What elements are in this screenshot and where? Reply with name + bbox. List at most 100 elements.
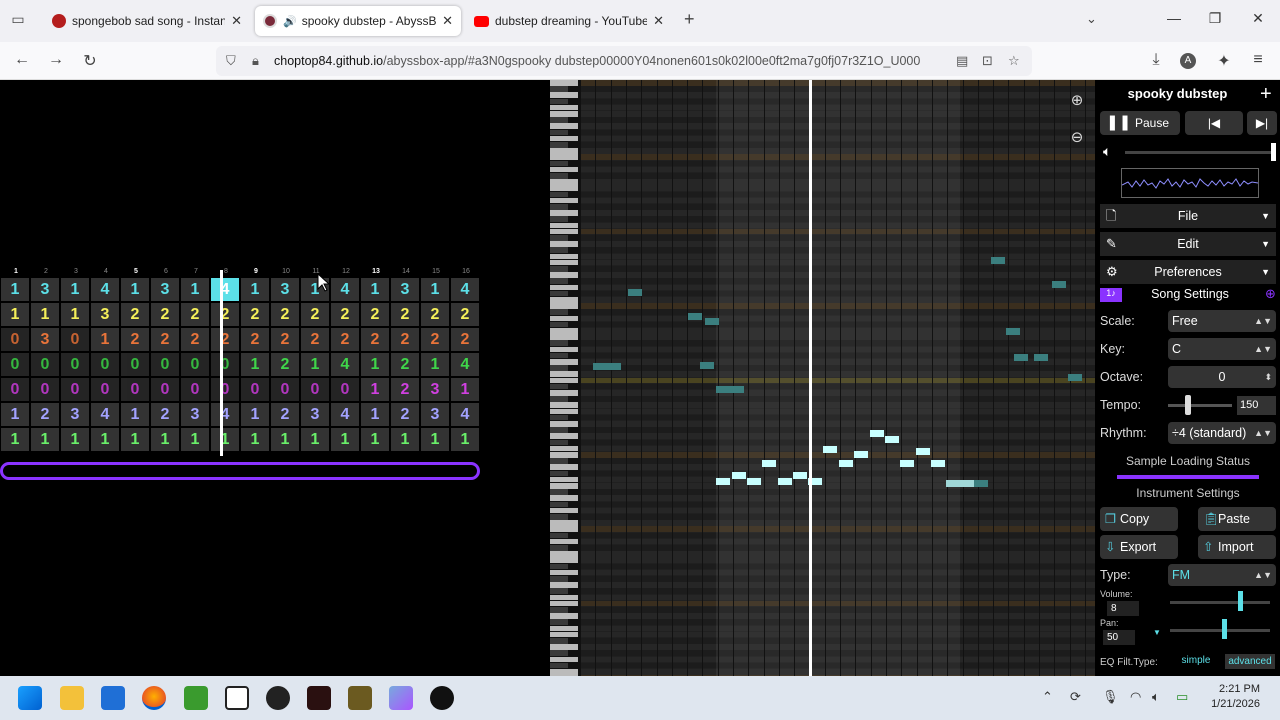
pattern-cell[interactable]: 2	[361, 328, 389, 351]
piano-key[interactable]	[550, 507, 578, 514]
pattern-cell[interactable]: 1	[241, 403, 269, 426]
piano-key[interactable]	[550, 421, 578, 427]
pattern-cell[interactable]: 1	[301, 353, 329, 376]
back-icon[interactable]: ←	[12, 51, 32, 69]
piano-key[interactable]	[550, 247, 568, 254]
game-icon[interactable]	[307, 686, 331, 710]
piano-key[interactable]	[550, 582, 578, 588]
piano-key[interactable]	[550, 569, 578, 576]
pattern-cell[interactable]: 1	[1, 403, 29, 426]
extensions-icon[interactable]: ✦	[1214, 51, 1234, 71]
note[interactable]	[870, 430, 884, 437]
chevron-down-icon[interactable]: ⌄	[1086, 11, 1097, 27]
pattern-cell[interactable]: 1	[151, 428, 179, 451]
piano-key[interactable]	[550, 290, 568, 297]
piano-key[interactable]	[550, 129, 568, 136]
pattern-cell[interactable]: 2	[151, 328, 179, 351]
piano-key[interactable]	[550, 631, 578, 638]
pattern-cell[interactable]: 1	[361, 353, 389, 376]
loop-selector[interactable]	[0, 462, 480, 480]
firefox-icon[interactable]	[142, 686, 166, 710]
pattern-cell[interactable]: 2	[241, 303, 269, 326]
pattern-cell[interactable]: 0	[151, 353, 179, 376]
piano-key[interactable]	[550, 396, 568, 402]
tab-3[interactable]: dubstep dreaming - YouTube ✕	[466, 6, 672, 36]
pattern-cell[interactable]: 1	[91, 428, 119, 451]
piano-key[interactable]	[550, 607, 568, 613]
pattern-cell[interactable]: 2	[151, 303, 179, 326]
piano-key[interactable]	[550, 241, 578, 247]
microphone-icon[interactable]: 🎙︎	[1102, 689, 1119, 705]
note[interactable]	[916, 448, 930, 455]
pattern-cell[interactable]: 1	[121, 278, 149, 301]
piano-key[interactable]	[550, 204, 568, 210]
piano-key[interactable]	[550, 588, 568, 595]
piano-key[interactable]	[550, 228, 578, 235]
copy-button[interactable]: ❐ Copy	[1100, 507, 1178, 531]
piano-key[interactable]	[550, 408, 578, 415]
maximize-icon[interactable]: ❐	[1205, 10, 1225, 27]
wifi-icon[interactable]: ◠	[1130, 689, 1141, 705]
pattern-cell[interactable]: 2	[151, 403, 179, 426]
pattern-cell[interactable]: 1	[121, 403, 149, 426]
piano-key[interactable]	[550, 650, 568, 657]
note[interactable]	[839, 460, 853, 467]
pattern-cell[interactable]: 2	[451, 303, 479, 326]
piano-key[interactable]	[550, 303, 578, 309]
piano-key[interactable]	[550, 476, 578, 483]
pattern-cell[interactable]: 0	[1, 378, 29, 401]
pattern-cell[interactable]: 3	[391, 278, 419, 301]
note[interactable]	[716, 386, 744, 393]
pattern-cell[interactable]: 0	[331, 378, 359, 401]
note[interactable]	[946, 480, 974, 487]
piano-key[interactable]	[550, 669, 578, 675]
note[interactable]	[885, 436, 899, 443]
pattern-cell[interactable]: 4	[331, 403, 359, 426]
piano-key[interactable]	[550, 191, 568, 198]
instrument-volume-thumb[interactable]	[1238, 591, 1243, 611]
pattern-cell[interactable]: 0	[31, 378, 59, 401]
pattern-cell[interactable]: 2	[211, 303, 239, 326]
piano-key[interactable]	[550, 185, 578, 192]
import-button[interactable]: ⇧ Import	[1198, 535, 1276, 559]
piano-key[interactable]	[550, 278, 568, 285]
next-bar-button[interactable]: ▶|	[1247, 111, 1277, 135]
pattern-cell[interactable]: 2	[211, 328, 239, 351]
pattern-cell[interactable]: 1	[271, 428, 299, 451]
pattern-cell[interactable]: 4	[211, 278, 239, 301]
key-select[interactable]: C ▲▼	[1168, 338, 1276, 360]
reader-view-icon[interactable]: ▤	[956, 53, 968, 69]
note[interactable]	[628, 289, 642, 296]
sync-icon[interactable]: ⟳	[1070, 689, 1081, 705]
pattern-cell[interactable]: 2	[271, 353, 299, 376]
note[interactable]	[793, 472, 807, 479]
pattern-cell[interactable]: 4	[91, 278, 119, 301]
pan-slider[interactable]	[1170, 629, 1270, 632]
pattern-cell[interactable]: 1	[1, 278, 29, 301]
note[interactable]	[854, 451, 868, 458]
piano-key[interactable]	[550, 80, 578, 86]
paste-button[interactable]: 📋︎ Paste	[1198, 507, 1276, 531]
pattern-cell[interactable]: 1	[421, 428, 449, 451]
pattern-cell[interactable]: 0	[91, 353, 119, 376]
close-tab-icon[interactable]: ✕	[442, 13, 453, 29]
pattern-cell[interactable]: 3	[421, 403, 449, 426]
tempo-input[interactable]: 150	[1237, 396, 1276, 415]
piano-key[interactable]	[550, 365, 568, 371]
piano-key[interactable]	[550, 359, 578, 365]
piano-key[interactable]	[550, 470, 568, 477]
pattern-cell[interactable]: 2	[421, 328, 449, 351]
eq-advanced-button[interactable]: advanced	[1225, 654, 1275, 669]
speaker-icon[interactable]: 🔊	[283, 15, 297, 28]
pattern-cell[interactable]: 0	[121, 353, 149, 376]
pattern-cell[interactable]: 0	[31, 353, 59, 376]
piano-key[interactable]	[550, 340, 568, 347]
pattern-cell[interactable]: 0	[61, 353, 89, 376]
tempo-slider[interactable]	[1168, 404, 1232, 407]
piano-key[interactable]	[550, 545, 568, 551]
piano-key[interactable]	[550, 173, 568, 179]
pattern-cell[interactable]: 2	[331, 328, 359, 351]
note[interactable]	[716, 478, 730, 485]
pattern-cell[interactable]: 2	[391, 403, 419, 426]
piano-key[interactable]	[550, 328, 578, 334]
